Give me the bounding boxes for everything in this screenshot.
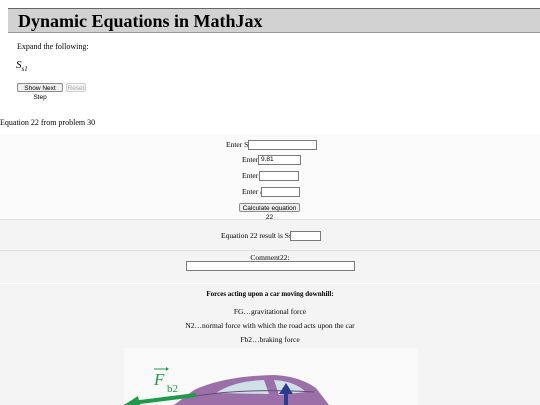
- title-bar: Dynamic Equations in MathJax: [8, 8, 540, 33]
- calculate-equation-button[interactable]: Calculate equation 22: [239, 203, 300, 221]
- forces-heading: Forces acting upon a car moving downhill…: [206, 290, 334, 298]
- reset-button[interactable]: Reset: [66, 83, 86, 92]
- a-input[interactable]: [261, 187, 300, 197]
- force-n2-description: N2…normal force with which the road acts…: [185, 321, 355, 330]
- math-subscript: s1: [21, 65, 28, 74]
- result-label: Equation 22 result is Ss1: [221, 231, 296, 240]
- result-field: [290, 231, 321, 241]
- expand-instruction: Expand the following:: [17, 42, 89, 51]
- g-input[interactable]: 9.81: [258, 155, 301, 165]
- car-illustration: F b2: [124, 367, 329, 405]
- comment-input[interactable]: [186, 261, 355, 271]
- show-next-step-button[interactable]: Show Next Step: [17, 83, 63, 101]
- v-input[interactable]: [259, 171, 299, 181]
- page-title: Dynamic Equations in MathJax: [18, 11, 263, 31]
- result-section: Equation 22 result is Ss1: [0, 220, 540, 250]
- ss-input[interactable]: [248, 140, 317, 150]
- braking-force-arrowhead: [124, 396, 140, 405]
- comment-section: Comment22:: [0, 251, 540, 283]
- force-fg-description: FG…gravitational force: [233, 307, 307, 316]
- force-vector-symbol: F: [153, 370, 165, 389]
- force-fb2-description: Fb2…braking force: [240, 335, 300, 344]
- car-force-diagram: F b2: [124, 348, 418, 405]
- input-form: Enter Ss Enter g 9.81 Enter v Enter a Ca…: [0, 134, 540, 221]
- force-vector-subscript: b2: [167, 383, 178, 395]
- equation-note: Equation 22 from problem 30: [0, 118, 96, 127]
- vector-arrow-mark-head: [166, 367, 169, 371]
- math-expression: Ss1: [16, 59, 28, 73]
